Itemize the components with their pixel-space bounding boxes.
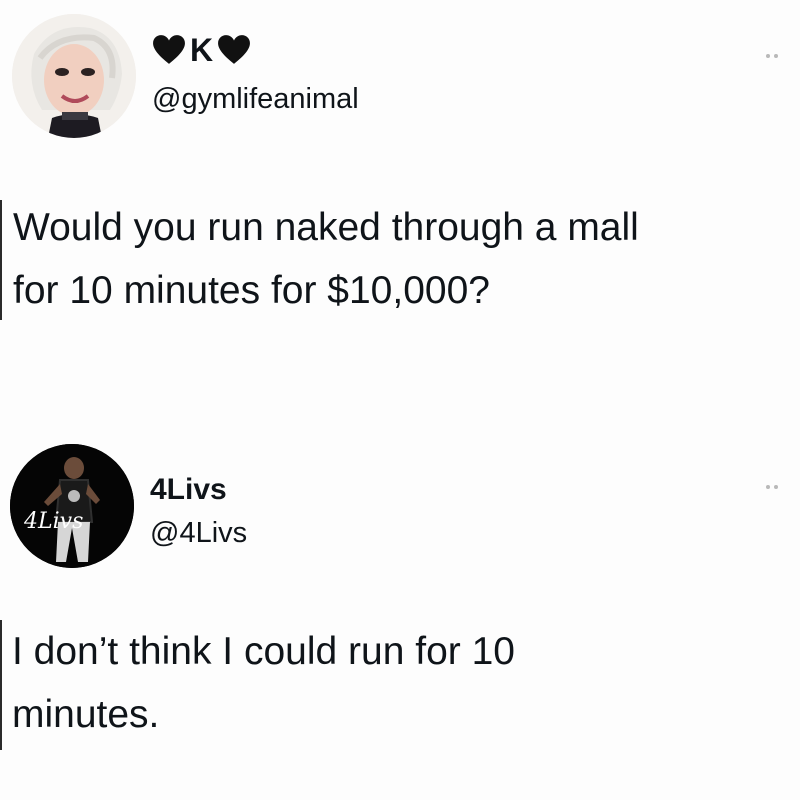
black-heart-icon: [217, 34, 251, 66]
more-options-icon[interactable]: [766, 54, 778, 58]
tweet-text-line: I don’t think I could run for 10: [12, 630, 515, 673]
dot: [766, 54, 770, 58]
screenshot-page: K @gymlifeanimal Would you run naked thr…: [0, 0, 800, 800]
tweet-text: Would you run naked through a mall for 1…: [13, 196, 639, 322]
black-heart-icon: [152, 34, 186, 66]
profile-photo: [12, 14, 136, 138]
user-handle[interactable]: @4Livs: [150, 516, 247, 550]
tweet-text-line: minutes.: [12, 693, 160, 736]
dot: [774, 54, 778, 58]
dot: [766, 485, 770, 489]
user-handle[interactable]: @gymlifeanimal: [152, 82, 359, 116]
tweet: K @gymlifeanimal Would you run naked thr…: [0, 0, 800, 330]
tweet-text: I don’t think I could run for 10 minutes…: [12, 620, 515, 746]
more-options-icon[interactable]: [766, 485, 778, 489]
tweet-text-line: for 10 minutes for $10,000?: [13, 269, 490, 312]
avatar[interactable]: [12, 14, 136, 138]
tweet: 4Livs 4Livs @4Livs I don’t think I could…: [0, 430, 800, 770]
display-name-text: K: [190, 32, 214, 68]
profile-photo: 4Livs: [10, 444, 134, 568]
display-name[interactable]: 4Livs: [150, 470, 227, 510]
avatar[interactable]: 4Livs: [10, 444, 134, 568]
display-name[interactable]: K: [152, 30, 251, 70]
tweet-text-line: Would you run naked through a mall: [13, 206, 639, 249]
avatar-signature: 4Livs: [23, 509, 83, 534]
dot: [774, 485, 778, 489]
